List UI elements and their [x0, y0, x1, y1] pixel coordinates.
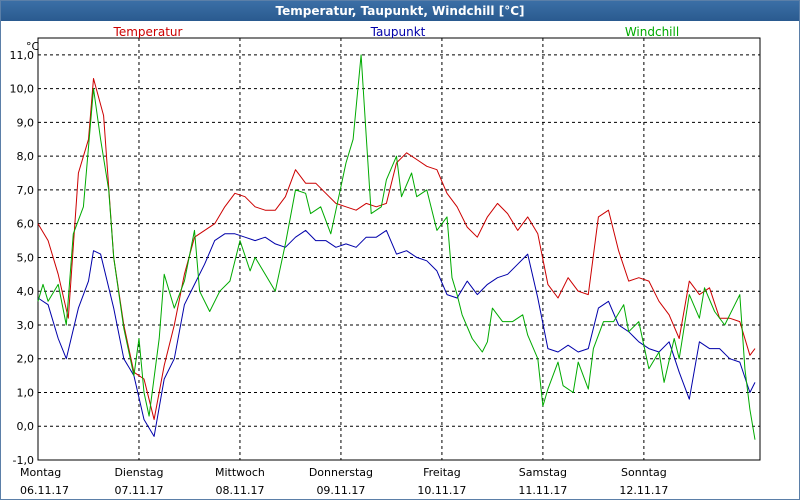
x-tick-day: Montag [20, 466, 61, 479]
y-tick-label: 7,0 [17, 184, 35, 197]
x-tick-date: 12.11.17 [619, 484, 668, 497]
y-tick-label: 8,0 [17, 150, 35, 163]
x-tick-date: 09.11.17 [316, 484, 365, 497]
x-tick-day: Samstag [519, 466, 567, 479]
y-tick-label: 4,0 [17, 285, 35, 298]
y-tick-label: 10,0 [10, 83, 35, 96]
x-tick-date: 11.11.17 [518, 484, 567, 497]
line-chart: °C Temperatur Taupunkt Windchill 11,010,… [10, 25, 761, 497]
x-tick-day: Freitag [423, 466, 461, 479]
y-tick-label: 2,0 [17, 353, 35, 366]
y-tick-label: 9,0 [17, 116, 35, 129]
y-tick-label: 1,0 [17, 386, 35, 399]
legend-temperatur: Temperatur [113, 25, 183, 39]
x-tick-day: Sonntag [621, 466, 667, 479]
series-line-temperatur [37, 78, 756, 420]
legend-taupunkt: Taupunkt [370, 25, 426, 39]
y-tick-label: 6,0 [17, 218, 35, 231]
x-tick-day: Donnerstag [309, 466, 373, 479]
y-tick-label: 5,0 [17, 251, 35, 264]
plot-area-border [37, 37, 761, 461]
x-tick-date: 07.11.17 [114, 484, 163, 497]
legend-windchill: Windchill [625, 25, 679, 39]
series-line-taupunkt [37, 229, 756, 437]
y-tick-label: 3,0 [17, 319, 35, 332]
y-tick-label: 0,0 [17, 420, 35, 433]
x-tick-date: 06.11.17 [20, 484, 69, 497]
y-tick-label: 11,0 [10, 49, 35, 62]
series-line-windchill [37, 54, 756, 440]
x-tick-date: 08.11.17 [215, 484, 264, 497]
x-tick-date: 10.11.17 [417, 484, 466, 497]
x-tick-day: Mittwoch [215, 466, 265, 479]
x-tick-day: Dienstag [114, 466, 163, 479]
